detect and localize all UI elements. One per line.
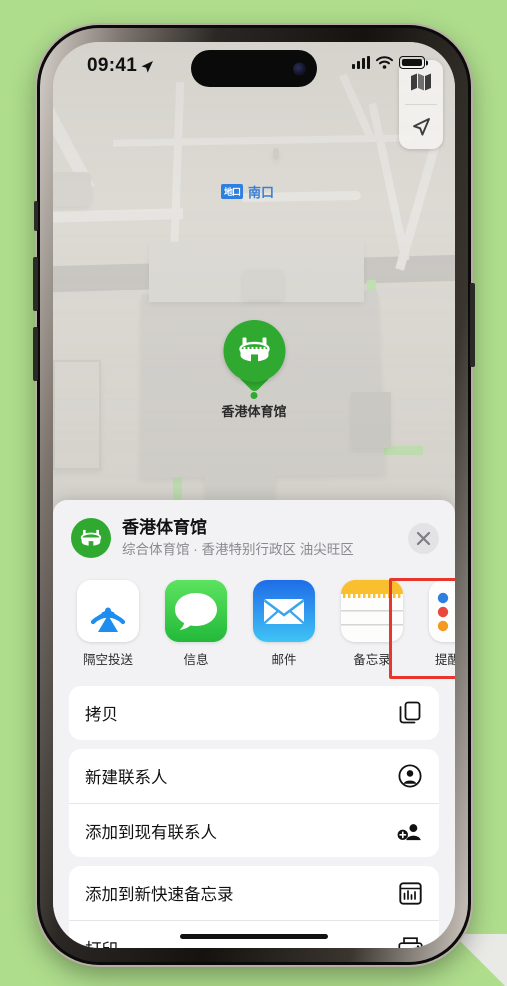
place-info: 香港体育馆 综合体育馆 · 香港特别行政区 油尖旺区 xyxy=(122,518,397,558)
dynamic-island xyxy=(191,50,317,87)
action-label: 打印 xyxy=(85,936,118,949)
place-subtitle: 综合体育馆 · 香港特别行政区 油尖旺区 xyxy=(122,541,354,557)
close-icon xyxy=(416,531,431,545)
copy-icon xyxy=(397,701,423,725)
action-add-to-new-quick-note[interactable]: 添加到新快速备忘录 xyxy=(69,866,439,920)
map-building xyxy=(53,172,91,206)
battery-full-icon xyxy=(399,56,425,69)
map-building xyxy=(351,392,391,448)
clock-time: 09:41 xyxy=(87,55,138,76)
messages-icon xyxy=(165,580,227,642)
quick-note-icon xyxy=(397,881,423,905)
current-location-button[interactable] xyxy=(399,105,443,149)
share-app-airdrop[interactable]: 隔空投送 xyxy=(77,580,139,668)
share-app-label: 提醒事项 xyxy=(434,653,455,667)
map-building xyxy=(273,148,279,160)
close-button[interactable] xyxy=(408,522,439,554)
share-app-reminders[interactable]: 提醒事项 xyxy=(429,580,455,668)
map-building xyxy=(205,474,275,500)
person-circle-icon xyxy=(397,764,423,788)
wifi-icon xyxy=(376,56,393,69)
status-bar: 09:41 xyxy=(53,42,455,96)
pin-anchor-dot xyxy=(250,392,258,399)
transit-label: 南口 xyxy=(248,185,275,200)
map-view[interactable]: 地口 南口 香港体育馆 xyxy=(53,42,455,512)
action-group: 新建联系人 添加到现有联系人 xyxy=(69,749,439,857)
action-label: 新建联系人 xyxy=(85,769,168,787)
printer-icon xyxy=(397,936,423,948)
action-add-to-existing-contact[interactable]: 添加到现有联系人 xyxy=(69,803,439,857)
pin-label: 香港体育馆 xyxy=(221,404,287,419)
action-label: 添加到新快速备忘录 xyxy=(85,886,234,904)
cellular-signal-icon xyxy=(352,56,370,69)
map-building xyxy=(243,270,283,300)
share-action-list: 拷贝 新建联系人 添加到现有联系人 添加到新快速备忘录 xyxy=(53,678,455,948)
share-app-label: 信息 xyxy=(183,653,209,667)
silent-switch[interactable] xyxy=(34,201,38,231)
share-app-label: 隔空投送 xyxy=(82,653,133,667)
share-app-row: 隔空投送 信息 邮件 备忘录 提醒 xyxy=(53,574,455,679)
mail-icon xyxy=(253,580,315,642)
notes-icon xyxy=(341,580,403,642)
share-app-notes[interactable]: 备忘录 xyxy=(341,580,403,668)
front-camera-icon xyxy=(293,62,306,75)
map-road xyxy=(53,208,184,223)
share-sheet-header: 香港体育馆 综合体育馆 · 香港特别行政区 油尖旺区 xyxy=(53,500,455,574)
location-arrow-icon xyxy=(141,61,154,73)
action-group: 拷贝 xyxy=(69,686,439,740)
place-avatar xyxy=(71,518,111,558)
action-label: 拷贝 xyxy=(85,706,118,724)
volume-up-button[interactable] xyxy=(33,257,38,311)
map-road xyxy=(395,143,440,271)
share-app-label: 邮件 xyxy=(271,653,297,667)
share-app-label: 备忘录 xyxy=(353,653,391,667)
share-sheet: 香港体育馆 综合体育馆 · 香港特别行政区 油尖旺区 隔空投送 信息 邮件 备忘… xyxy=(53,500,455,948)
map-road xyxy=(169,81,185,263)
place-title: 香港体育馆 xyxy=(122,518,207,538)
stadium-icon xyxy=(238,337,270,363)
airdrop-icon xyxy=(77,580,139,642)
map-place-pin[interactable]: 香港体育馆 xyxy=(221,320,287,420)
navigation-arrow-icon xyxy=(413,118,430,136)
action-copy[interactable]: 拷贝 xyxy=(69,686,439,740)
power-button[interactable] xyxy=(470,283,475,367)
person-add-icon xyxy=(397,819,423,843)
share-app-mail[interactable]: 邮件 xyxy=(253,580,315,668)
home-indicator[interactable] xyxy=(180,934,328,939)
stadium-icon xyxy=(80,529,102,546)
map-building xyxy=(53,360,101,470)
volume-down-button[interactable] xyxy=(33,327,38,381)
transit-marker[interactable]: 地口 南口 xyxy=(221,182,274,201)
status-indicators xyxy=(352,56,425,69)
action-label: 添加到现有联系人 xyxy=(85,823,217,842)
transit-badge-icon: 地口 xyxy=(221,184,244,199)
phone-screen: 地口 南口 香港体育馆 09:41 香港体育馆 综合体育馆 · 香港特别行政区 … xyxy=(53,42,455,948)
status-clock: 09:41 xyxy=(87,55,154,77)
phone-frame: 地口 南口 香港体育馆 09:41 香港体育馆 综合体育馆 · 香港特别行政区 … xyxy=(33,25,475,965)
reminders-icon xyxy=(429,580,455,642)
share-app-messages[interactable]: 信息 xyxy=(165,580,227,668)
pin-bubble xyxy=(222,320,285,382)
action-new-contact[interactable]: 新建联系人 xyxy=(69,749,439,803)
